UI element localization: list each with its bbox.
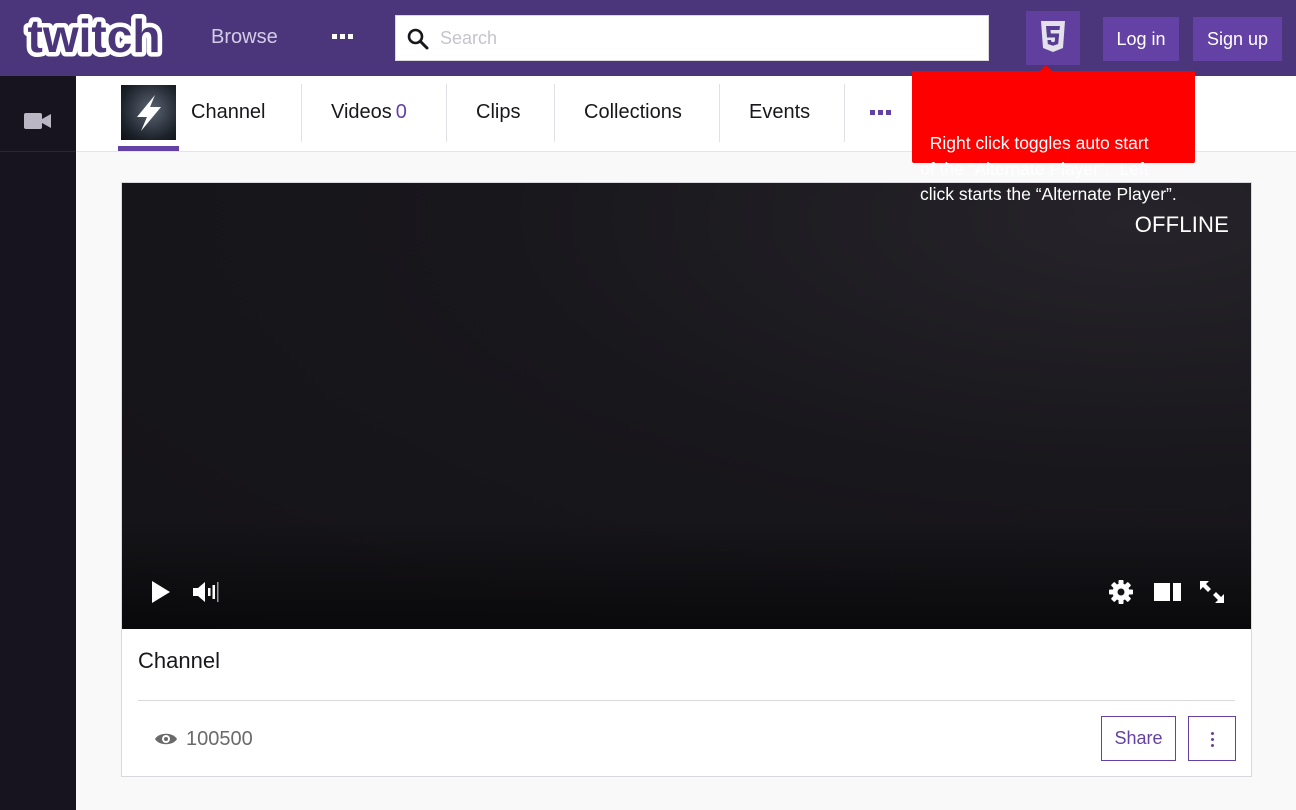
tab-separator: [844, 84, 845, 142]
video-player[interactable]: OFFLINE: [122, 183, 1251, 629]
tooltip-arrow: [1040, 65, 1052, 71]
divider: [138, 700, 1235, 701]
tab-separator: [554, 84, 555, 142]
left-sidebar: [0, 76, 76, 810]
channel-avatar[interactable]: [121, 85, 176, 140]
tab-separator: [446, 84, 447, 142]
lightning-bolt-icon: [137, 95, 161, 131]
stream-title: Channel: [138, 648, 220, 673]
top-navigation-bar: twitch twitch Browse Log in Sign up: [0, 0, 1296, 76]
tab-clips[interactable]: Clips: [476, 101, 520, 124]
alternate-player-tooltip: Right click toggles auto start of the “A…: [912, 65, 1195, 204]
videos-count: 0: [395, 101, 407, 123]
search-box: [395, 15, 989, 61]
svg-text:twitch: twitch: [28, 12, 161, 62]
tab-channel[interactable]: Channel: [191, 101, 266, 124]
tab-label: Channel: [191, 101, 266, 123]
active-tab-indicator: [118, 146, 179, 151]
tabs-more-icon[interactable]: [870, 110, 896, 118]
tooltip-text: Right click toggles auto start of the “A…: [920, 133, 1177, 204]
tab-events[interactable]: Events: [749, 101, 810, 124]
search-icon: [407, 28, 429, 50]
player-controls-gradient: [122, 519, 1251, 629]
video-camera-icon: [24, 113, 51, 129]
tab-label: Videos: [331, 101, 392, 123]
player-card: OFFLINE Channel 100500 Share: [121, 182, 1252, 777]
volume-icon[interactable]: [192, 580, 220, 604]
eye-icon: [155, 733, 177, 745]
alternate-player-button[interactable]: [1026, 11, 1080, 65]
html5-icon: [1041, 21, 1065, 52]
browse-link[interactable]: Browse: [211, 26, 278, 49]
tab-label: Events: [749, 101, 811, 123]
offline-status: OFFLINE: [1134, 212, 1229, 237]
twitch-logo[interactable]: twitch twitch: [22, 6, 166, 67]
share-button[interactable]: Share: [1101, 716, 1176, 761]
tab-collections[interactable]: Collections: [584, 101, 682, 124]
tab-label: Collections: [584, 101, 682, 123]
theatre-mode-icon[interactable]: [1153, 581, 1182, 603]
tab-separator: [719, 84, 720, 142]
following-button[interactable]: [0, 76, 76, 152]
login-button[interactable]: Log in: [1103, 17, 1179, 61]
more-menu-icon[interactable]: [330, 24, 356, 50]
view-count-value: 100500: [186, 728, 253, 750]
tab-videos[interactable]: Videos 0: [331, 101, 407, 124]
more-options-button[interactable]: [1188, 716, 1236, 761]
signup-button[interactable]: Sign up: [1193, 17, 1282, 61]
settings-icon[interactable]: [1108, 579, 1134, 605]
tab-label: Clips: [476, 101, 521, 123]
play-icon[interactable]: [150, 580, 172, 604]
search-input[interactable]: [440, 24, 970, 52]
tab-separator: [301, 84, 302, 142]
fullscreen-icon[interactable]: [1198, 579, 1226, 605]
